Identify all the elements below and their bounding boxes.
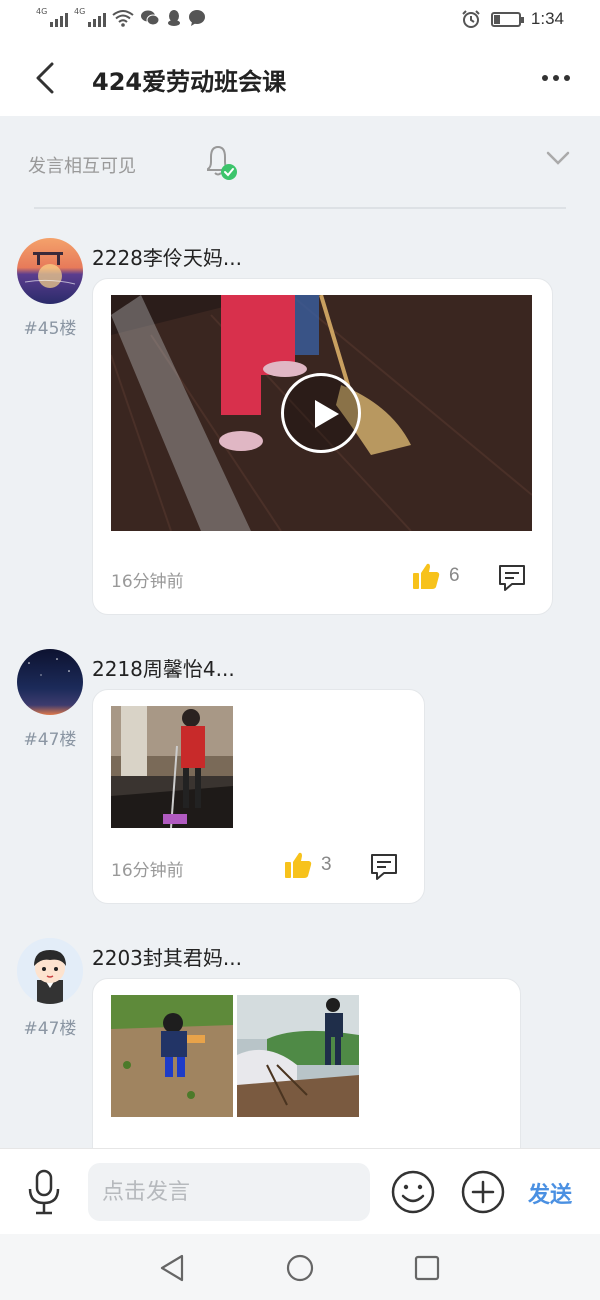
divider: [34, 207, 566, 209]
system-nav-bar: [0, 1234, 600, 1300]
author-name[interactable]: 2218周馨怡4...: [92, 653, 235, 682]
floor-number: #47楼: [23, 730, 77, 750]
back-arrow-icon: [36, 62, 54, 94]
visibility-notice-bar: 发言相互可见: [0, 116, 600, 208]
cellular-signal-icon: 4G: [36, 7, 68, 27]
nav-recents-icon[interactable]: [411, 1252, 443, 1284]
post-card[interactable]: 16分钟前 6: [92, 278, 553, 615]
post-image[interactable]: [111, 706, 233, 828]
play-button[interactable]: [281, 373, 361, 453]
like-button[interactable]: 6: [411, 561, 460, 591]
visibility-notice-text: 发言相互可见: [28, 156, 136, 177]
nav-back-icon[interactable]: [156, 1252, 188, 1284]
post-timestamp: 16分钟前: [111, 861, 184, 881]
wifi-icon: [112, 10, 134, 27]
post-feed[interactable]: #45楼 2228李伶天妈... 16分钟前 6 #47楼 2218周馨怡4..…: [0, 210, 600, 1148]
like-button[interactable]: 3: [283, 850, 332, 880]
chevron-down-icon[interactable]: [546, 150, 570, 166]
message-icon: [189, 10, 205, 26]
send-button[interactable]: 发送: [528, 1177, 572, 1209]
comment-icon[interactable]: [497, 563, 527, 593]
bell-check-icon[interactable]: [200, 142, 240, 182]
comment-icon[interactable]: [369, 852, 399, 882]
alarm-icon: [462, 10, 480, 28]
status-time: 1:34: [530, 9, 564, 28]
dot: [564, 75, 570, 81]
add-attachment-icon[interactable]: [460, 1169, 506, 1215]
qq-icon: [168, 10, 180, 26]
dot: [553, 75, 559, 81]
thumbs-up-icon: [413, 563, 440, 589]
post-image[interactable]: [111, 995, 233, 1117]
message-input-bar: 发送: [0, 1148, 600, 1234]
video-thumbnail[interactable]: [111, 295, 532, 531]
like-count: 6: [449, 565, 460, 586]
like-count: 3: [321, 854, 332, 875]
author-name[interactable]: 2203封其君妈...: [92, 942, 242, 971]
post-image[interactable]: [237, 995, 359, 1117]
floor-number: #47楼: [23, 1019, 77, 1039]
post-timestamp: 16分钟前: [111, 572, 184, 592]
nav-home-icon[interactable]: [284, 1252, 316, 1284]
avatar[interactable]: [17, 649, 83, 715]
message-input[interactable]: [88, 1163, 370, 1221]
back-button[interactable]: [28, 60, 62, 96]
author-name[interactable]: 2228李伶天妈...: [92, 242, 242, 271]
microphone-icon[interactable]: [24, 1167, 64, 1217]
status-bar: 4G 4G 1:34: [0, 0, 600, 40]
wechat-icon: [141, 10, 160, 26]
more-options-button[interactable]: [536, 64, 576, 92]
floor-number: #45楼: [23, 319, 77, 339]
avatar[interactable]: [17, 938, 83, 1004]
dot: [542, 75, 548, 81]
nav-header: 424爱劳动班会课: [0, 40, 600, 116]
battery-icon: [490, 11, 524, 27]
post-card[interactable]: 16分钟前 3: [92, 689, 425, 904]
avatar[interactable]: [17, 238, 83, 304]
page-title: 424爱劳动班会课: [92, 68, 287, 96]
emoji-icon[interactable]: [390, 1169, 436, 1215]
post-card[interactable]: [92, 978, 521, 1148]
cellular-signal-icon-2: 4G: [74, 7, 106, 27]
thumbs-up-icon: [285, 852, 312, 878]
